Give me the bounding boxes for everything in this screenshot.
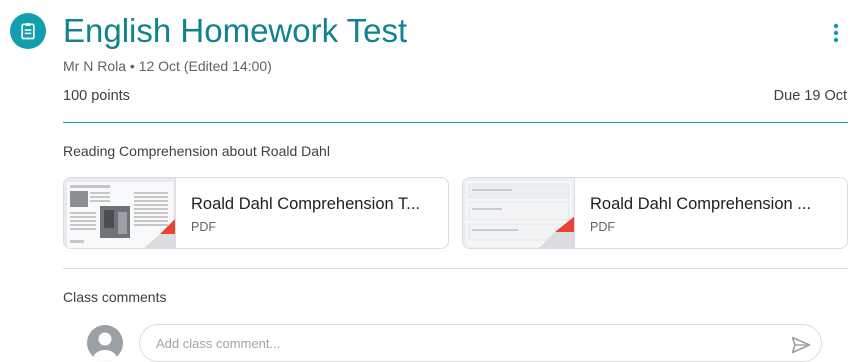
due-date: Due 19 Oct — [773, 88, 847, 104]
page-title: English Homework Test — [63, 12, 408, 49]
assignment-instructions: Reading Comprehension about Roald Dahl — [63, 143, 330, 159]
comment-box[interactable] — [139, 324, 822, 362]
author-date-meta: Mr N Rola • 12 Oct (Edited 14:00) — [63, 58, 272, 74]
send-icon — [791, 336, 811, 354]
attachment-type: PDF — [590, 220, 615, 234]
person-icon — [93, 332, 117, 361]
pdf-thumbnail — [463, 178, 575, 248]
attachment-title: Roald Dahl Comprehension ... — [590, 195, 812, 213]
header-divider — [63, 122, 848, 123]
attachment-type: PDF — [191, 220, 216, 234]
points-label: 100 points — [63, 88, 130, 104]
attachment-title: Roald Dahl Comprehension T... — [191, 195, 420, 213]
more-vert-icon — [833, 23, 839, 43]
pdf-thumbnail — [64, 178, 176, 248]
class-comments-label: Class comments — [63, 289, 167, 305]
attachment-card[interactable]: Roald Dahl Comprehension T... PDF — [63, 177, 449, 249]
assignment-icon — [10, 13, 46, 49]
attachment-card[interactable]: Roald Dahl Comprehension ... PDF — [462, 177, 848, 249]
section-divider — [63, 268, 848, 269]
avatar — [87, 325, 123, 361]
comment-input[interactable] — [156, 325, 756, 361]
more-options-button[interactable] — [822, 17, 850, 49]
send-button[interactable] — [789, 333, 813, 357]
